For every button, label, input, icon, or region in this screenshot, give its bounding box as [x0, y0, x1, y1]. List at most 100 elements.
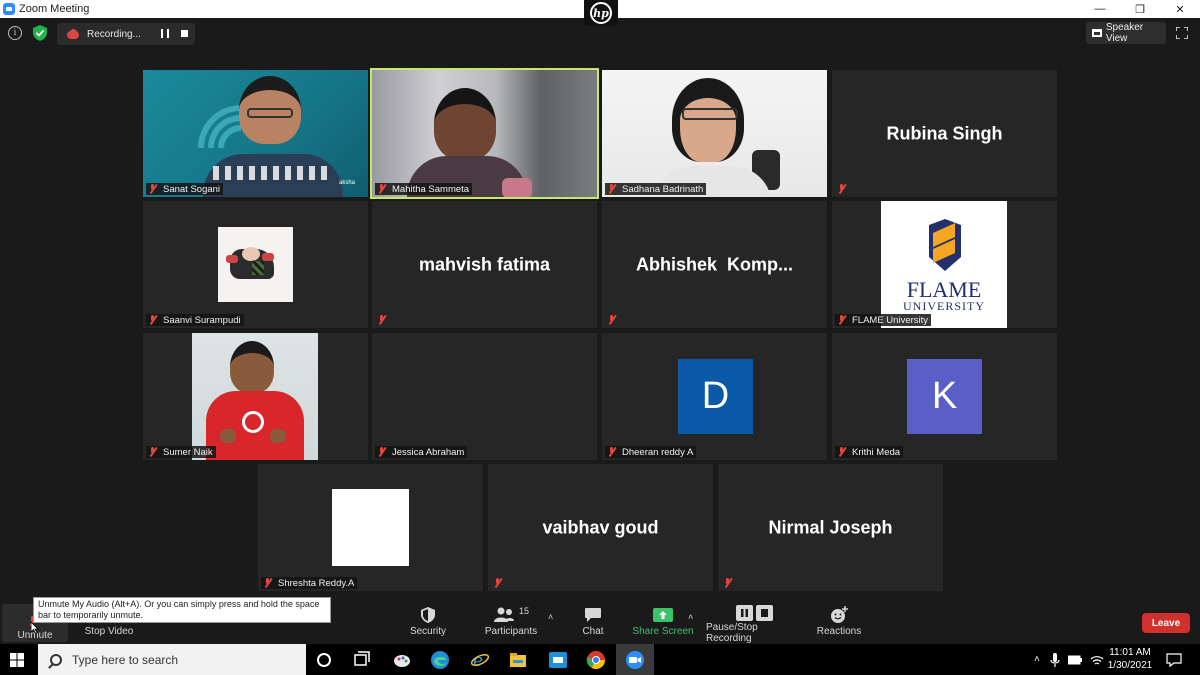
- participant-tile[interactable]: Shreshta Reddy.A: [258, 464, 483, 591]
- muted-mic-icon: [377, 447, 386, 457]
- participant-display-name: Nirmal Joseph: [768, 517, 893, 538]
- participant-tile[interactable]: mahvish fatima: [372, 201, 597, 328]
- security-shield-icon: [421, 607, 435, 623]
- participant-tile-active-speaker[interactable]: Mahitha Sammeta: [370, 68, 599, 199]
- participant-display-name: mahvish fatima: [418, 254, 551, 275]
- participant-label: Sumer Naik: [146, 446, 216, 458]
- profile-picture: [192, 333, 318, 460]
- chrome-browser-icon[interactable]: [586, 650, 606, 670]
- flame-university-logo: FLAME UNIVERSITY: [881, 201, 1007, 328]
- stop-video-label: Stop Video: [84, 626, 134, 637]
- window-controls: — ❐ ✕: [1080, 0, 1200, 18]
- muted-mic-icon: [148, 315, 157, 325]
- participant-name: Sumer Naik: [163, 446, 213, 458]
- participant-name: Sanat Sogani: [163, 183, 221, 195]
- internet-explorer-icon[interactable]: e: [470, 650, 490, 670]
- security-button[interactable]: Security: [404, 604, 452, 644]
- pause-stop-recording-label: Pause/Stop Recording: [706, 622, 758, 644]
- file-explorer-icon[interactable]: [508, 650, 528, 670]
- zoom-taskbar-icon[interactable]: [548, 650, 568, 670]
- participant-name: Dheeran reddy A: [622, 446, 694, 458]
- participants-button[interactable]: 15 Participants: [482, 604, 540, 644]
- participant-label: Mahitha Sammeta: [375, 183, 473, 195]
- participant-name: Mahitha Sammeta: [392, 183, 470, 195]
- participant-name: Sadhana Badrinath: [622, 183, 704, 195]
- recording-label: Recording...: [87, 28, 141, 40]
- unmute-tooltip: Unmute My Audio (Alt+A). Or you can simp…: [33, 597, 331, 623]
- video-feed: aksha: [143, 70, 368, 197]
- encryption-shield-icon[interactable]: [33, 25, 47, 41]
- chat-bubble-icon: [585, 608, 601, 622]
- initial-avatar: D: [678, 359, 753, 434]
- participants-caret-icon[interactable]: ˄: [548, 612, 553, 622]
- participant-tile[interactable]: Jessica Abraham: [372, 333, 597, 460]
- muted-mic-icon: [837, 315, 846, 325]
- participant-tile[interactable]: Sumer Naik: [143, 333, 368, 460]
- microphone-icon[interactable]: [1050, 652, 1060, 667]
- share-screen-caret-icon[interactable]: ˄: [688, 612, 693, 622]
- speaker-view-button[interactable]: Speaker View: [1086, 22, 1166, 44]
- speaker-view-label: Speaker View: [1105, 22, 1144, 44]
- paint-app-icon[interactable]: [392, 650, 412, 670]
- participant-tile[interactable]: Rubina Singh: [832, 70, 1057, 197]
- participant-tile[interactable]: FLAME UNIVERSITY FLAME University: [832, 201, 1057, 328]
- participant-tile[interactable]: Abhishek Komp...: [602, 201, 827, 328]
- close-icon[interactable]: ✕: [1160, 0, 1200, 18]
- task-view-icon[interactable]: [352, 650, 372, 670]
- participant-name: Shreshta Reddy.A: [278, 577, 355, 589]
- battery-icon[interactable]: [1067, 655, 1082, 665]
- participant-display-name: Rubina Singh: [886, 123, 1003, 144]
- video-feed: [602, 70, 827, 197]
- stop-recording-icon[interactable]: [181, 30, 188, 37]
- participant-name: Saanvi Surampudi: [163, 314, 241, 326]
- participant-tile[interactable]: Sadhana Badrinath: [602, 70, 827, 197]
- muted-mic-icon: [148, 447, 157, 457]
- minimize-icon[interactable]: —: [1080, 0, 1120, 18]
- muted-mic-icon: [377, 184, 386, 194]
- reactions-button[interactable]: Reactions: [816, 604, 862, 644]
- notifications-icon[interactable]: [1166, 652, 1182, 668]
- participant-tile[interactable]: Nirmal Joseph: [718, 464, 943, 591]
- chat-button[interactable]: Chat: [574, 604, 612, 644]
- participant-label: Dheeran reddy A: [605, 446, 697, 458]
- share-screen-button[interactable]: Share Screen: [632, 604, 694, 644]
- muted-mic-icon: [723, 578, 732, 588]
- meeting-info-icon[interactable]: i: [8, 26, 22, 40]
- cortana-icon[interactable]: [314, 650, 334, 670]
- edge-browser-icon[interactable]: [430, 650, 450, 670]
- clock-time: 11:01 AM: [1109, 647, 1151, 658]
- taskbar-search-box[interactable]: Type here to search: [38, 644, 306, 675]
- participant-tile[interactable]: K Krithi Meda: [832, 333, 1057, 460]
- zoom-meeting-taskbar-active[interactable]: [616, 644, 654, 675]
- clock-date: 1/30/2021: [1107, 660, 1153, 671]
- recording-indicator: Recording...: [57, 23, 195, 45]
- muted-mic-icon: [263, 578, 272, 588]
- participants-count: 15: [518, 606, 529, 616]
- pause-stop-recording-button[interactable]: Pause/Stop Recording: [706, 604, 804, 644]
- participants-icon: [493, 607, 514, 622]
- cloud-recording-icon: [65, 29, 81, 39]
- search-placeholder: Type here to search: [72, 652, 179, 667]
- profile-picture: [218, 227, 293, 302]
- participant-label: [605, 314, 625, 326]
- participant-tile[interactable]: Saanvi Surampudi: [143, 201, 368, 328]
- windows-taskbar: Type here to search e ˄ 11:01 AM 1/30/20…: [0, 644, 1200, 675]
- flame-emblem-icon: [929, 219, 961, 271]
- mouse-cursor-icon: [31, 622, 39, 634]
- leave-button[interactable]: Leave: [1142, 613, 1190, 633]
- participant-display-name: vaibhav goud: [542, 517, 659, 538]
- share-screen-arrow-icon: [653, 608, 673, 622]
- show-hidden-icons-icon[interactable]: ˄: [1034, 654, 1040, 665]
- participant-tile[interactable]: D Dheeran reddy A: [602, 333, 827, 460]
- muted-mic-icon: [837, 447, 846, 457]
- muted-mic-icon: [377, 315, 386, 325]
- taskbar-clock[interactable]: 11:01 AM 1/30/2021: [1102, 646, 1158, 672]
- participant-tile[interactable]: aksha Sanat Sogani: [143, 70, 368, 197]
- participant-tile[interactable]: vaibhav goud: [488, 464, 713, 591]
- restore-icon[interactable]: ❐: [1120, 0, 1160, 18]
- windows-start-icon[interactable]: [10, 653, 24, 667]
- participant-label: [835, 183, 855, 195]
- zoom-meeting-window: Zoom Meeting — ❐ ✕ hp i Recording... Spe…: [0, 0, 1200, 675]
- pause-recording-icon[interactable]: [161, 29, 169, 38]
- fullscreen-icon[interactable]: [1176, 27, 1188, 39]
